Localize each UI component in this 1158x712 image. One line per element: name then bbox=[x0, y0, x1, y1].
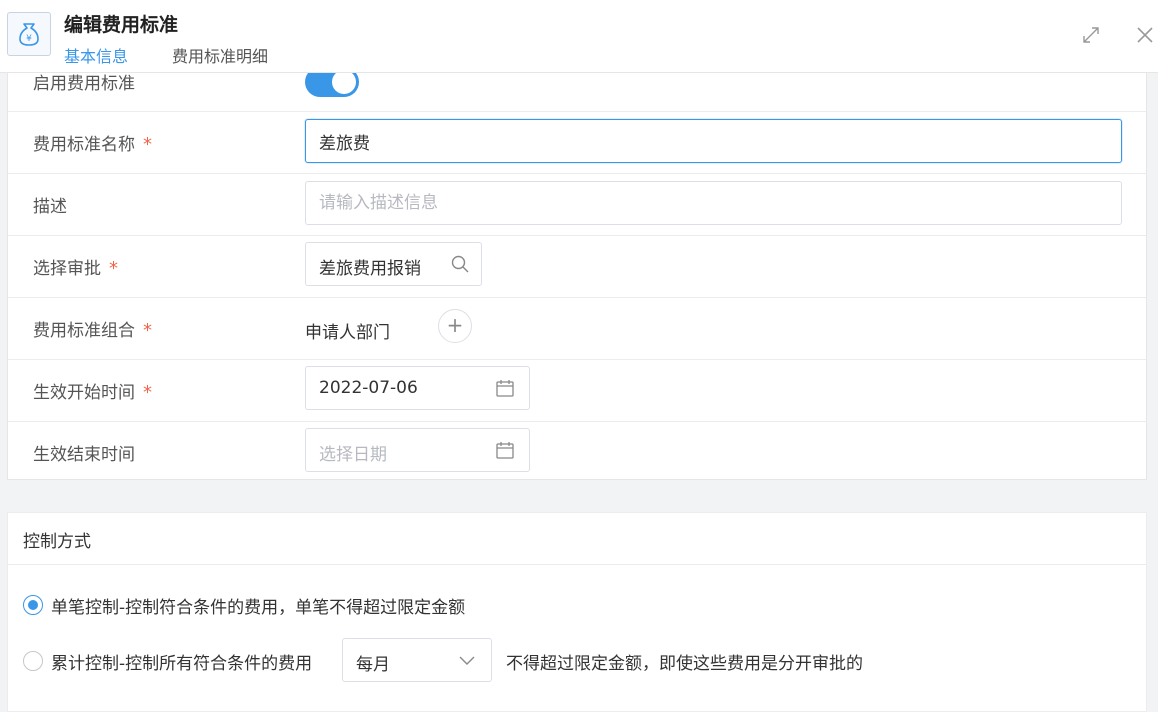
period-suffix-text: 不得超过限定金额，即使这些费用是分开审批的 bbox=[506, 654, 863, 674]
combination-label-text: 费用标准组合 bbox=[33, 321, 135, 341]
start-date-row: 生效开始时间 * 2022-07-06 bbox=[8, 359, 1146, 422]
required-mark: * bbox=[143, 382, 152, 403]
chevron-down-icon bbox=[457, 650, 477, 670]
period-value: 每月 bbox=[356, 655, 390, 675]
svg-text:¥: ¥ bbox=[26, 34, 32, 44]
calendar-icon bbox=[495, 440, 515, 460]
dialog-title: 编辑费用标准 bbox=[64, 14, 179, 36]
approval-row: 选择审批 * 差旅费用报销 bbox=[8, 235, 1146, 298]
approval-label-text: 选择审批 bbox=[33, 259, 101, 279]
control-method-title: 控制方式 bbox=[23, 532, 91, 552]
single-control-label[interactable]: 单笔控制-控制符合条件的费用，单笔不得超过限定金额 bbox=[51, 593, 465, 618]
close-icon[interactable] bbox=[1134, 24, 1156, 46]
cumulative-control-label[interactable]: 累计控制-控制所有符合条件的费用 bbox=[51, 649, 312, 674]
cumulative-control-radio[interactable] bbox=[23, 651, 43, 671]
name-label: 费用标准名称 * bbox=[33, 130, 152, 155]
name-label-text: 费用标准名称 bbox=[33, 135, 135, 155]
combination-label: 费用标准组合 * bbox=[33, 316, 152, 341]
approval-select[interactable]: 差旅费用报销 bbox=[305, 242, 482, 286]
name-input[interactable] bbox=[305, 119, 1122, 163]
toggle-knob bbox=[332, 70, 356, 94]
combination-value: 申请人部门 bbox=[305, 323, 390, 343]
description-label: 描述 bbox=[33, 197, 67, 217]
basic-info-form: 启用费用标准 费用标准名称* 描述 选择审批* 差旅费用报销 费用标准组合* 申… bbox=[7, 48, 1147, 480]
end-date-picker[interactable]: 选择日期 bbox=[305, 428, 530, 472]
description-input[interactable] bbox=[305, 181, 1122, 225]
money-bag-icon: ¥ bbox=[7, 12, 51, 56]
expand-icon[interactable] bbox=[1080, 24, 1102, 46]
end-date-placeholder: 选择日期 bbox=[319, 445, 387, 465]
start-date-label-text: 生效开始时间 bbox=[33, 383, 135, 403]
single-control-radio[interactable] bbox=[23, 595, 43, 615]
name-row: 费用标准名称 * bbox=[8, 111, 1146, 174]
start-date-label: 生效开始时间 * bbox=[33, 378, 152, 403]
required-mark: * bbox=[109, 258, 118, 279]
period-select[interactable]: 每月 bbox=[342, 638, 492, 682]
required-mark: * bbox=[143, 134, 152, 155]
control-method-card: 控制方式 单笔控制-控制符合条件的费用，单笔不得超过限定金额 累计控制-控制所有… bbox=[7, 512, 1147, 712]
end-date-label: 生效结束时间 bbox=[33, 445, 135, 465]
tab-basic-info[interactable]: 基本信息 bbox=[64, 43, 128, 67]
required-mark: * bbox=[143, 320, 152, 341]
start-date-value: 2022-07-06 bbox=[319, 378, 418, 398]
combination-row: 费用标准组合 * 申请人部门 + bbox=[8, 297, 1146, 360]
approval-label: 选择审批 * bbox=[33, 254, 118, 279]
end-date-row: 生效结束时间 选择日期 bbox=[8, 421, 1146, 479]
search-icon[interactable] bbox=[450, 254, 470, 274]
calendar-icon bbox=[495, 378, 515, 398]
approval-value: 差旅费用报销 bbox=[319, 259, 421, 279]
tab-standard-details[interactable]: 费用标准明细 bbox=[172, 43, 268, 67]
add-combination-button[interactable]: + bbox=[438, 309, 472, 343]
control-method-header: 控制方式 bbox=[8, 513, 1146, 565]
dialog-header: ¥ 编辑费用标准 基本信息 费用标准明细 bbox=[0, 0, 1158, 73]
start-date-picker[interactable]: 2022-07-06 bbox=[305, 366, 530, 410]
description-row: 描述 bbox=[8, 173, 1146, 236]
